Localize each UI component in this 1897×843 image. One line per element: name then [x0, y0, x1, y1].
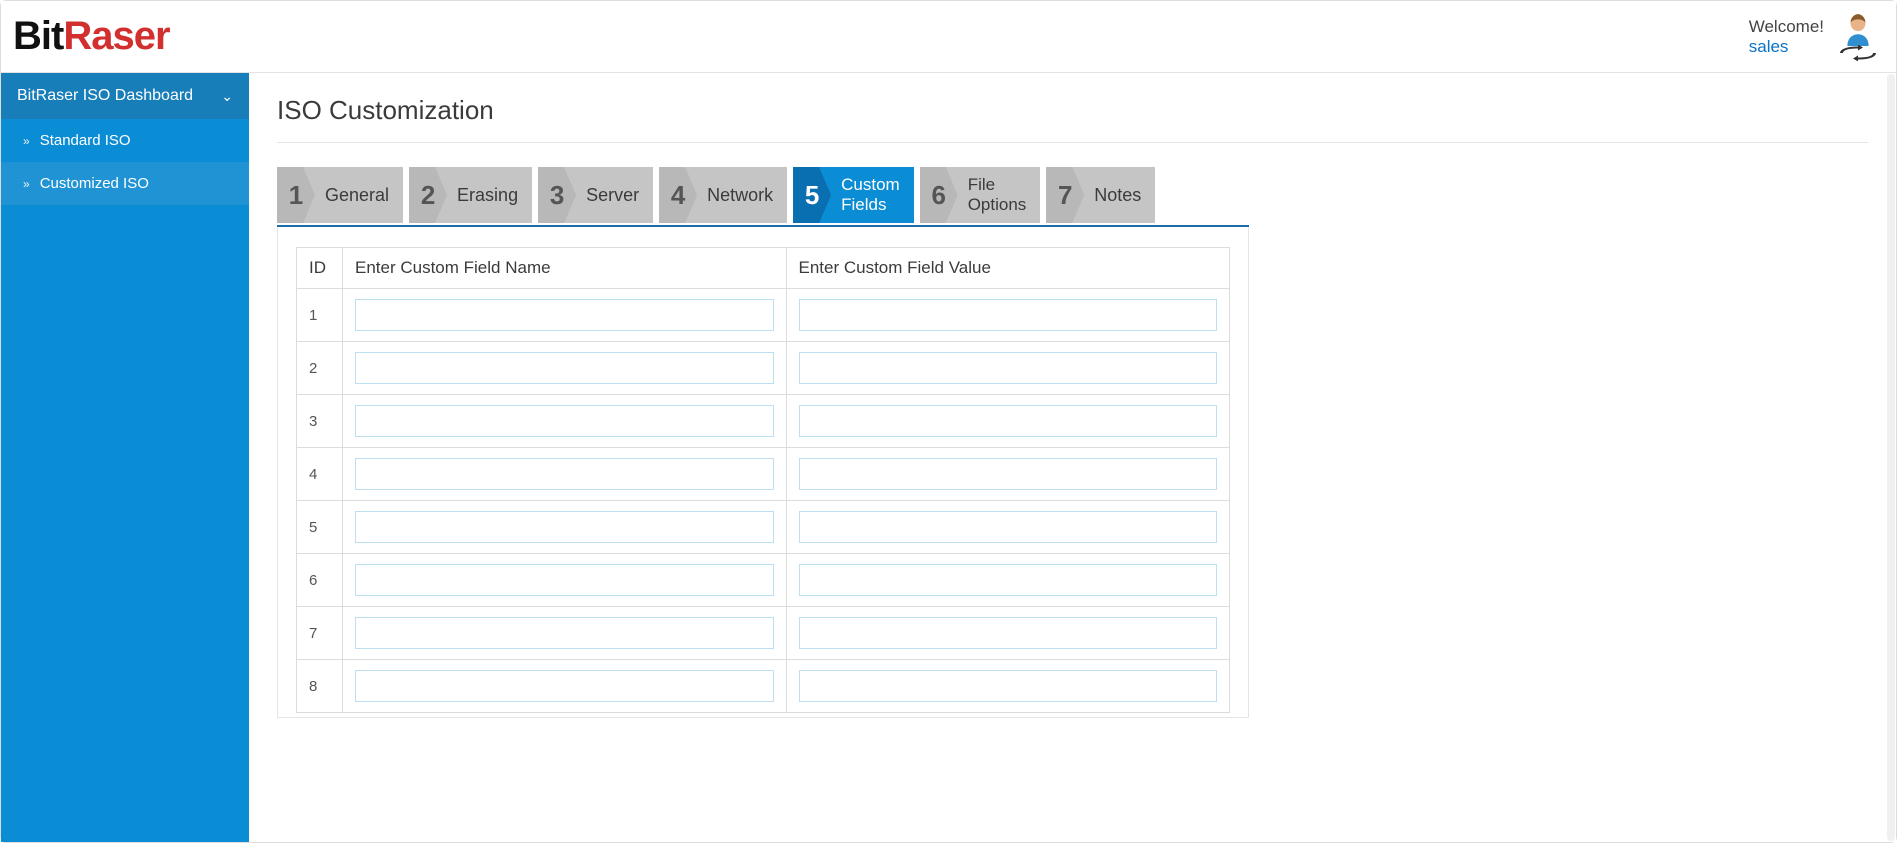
custom-field-value-input[interactable] — [799, 352, 1218, 384]
logo-text-bit: Bit — [13, 14, 63, 59]
step-tab-file-options[interactable]: 6 FileOptions — [920, 167, 1041, 223]
custom-field-value-input[interactable] — [799, 405, 1218, 437]
main-content: ISO Customization 1 General 2 Erasing 3 … — [249, 73, 1896, 842]
step-number: 1 — [277, 167, 315, 223]
row-id: 5 — [297, 501, 343, 554]
user-avatar[interactable] — [1838, 13, 1878, 61]
table-row: 2 — [297, 342, 1230, 395]
step-number: 5 — [793, 167, 831, 223]
welcome-label: Welcome! — [1749, 17, 1824, 37]
logo-text-raser: Raser — [63, 14, 169, 59]
custom-field-value-input[interactable] — [799, 458, 1218, 490]
row-id: 3 — [297, 395, 343, 448]
custom-field-name-input[interactable] — [355, 405, 774, 437]
custom-field-name-input[interactable] — [355, 352, 774, 384]
custom-field-value-input[interactable] — [799, 299, 1218, 331]
custom-field-name-input[interactable] — [355, 511, 774, 543]
double-chevron-icon: » — [23, 177, 30, 191]
user-name-link[interactable]: sales — [1749, 37, 1824, 57]
scrollbar-track[interactable] — [1887, 74, 1895, 841]
custom-field-value-input[interactable] — [799, 564, 1218, 596]
row-id: 8 — [297, 660, 343, 713]
row-id: 7 — [297, 607, 343, 660]
app-header: BitRaser Welcome! sales — [1, 1, 1896, 73]
header-right: Welcome! sales — [1749, 13, 1878, 61]
step-number: 2 — [409, 167, 447, 223]
custom-fields-table-wrap: ID Enter Custom Field Name Enter Custom … — [277, 227, 1249, 718]
row-id: 4 — [297, 448, 343, 501]
custom-field-value-input[interactable] — [799, 670, 1218, 702]
step-label: Notes — [1094, 185, 1141, 206]
row-id: 6 — [297, 554, 343, 607]
step-label: CustomFields — [841, 175, 900, 214]
welcome-block: Welcome! sales — [1749, 17, 1824, 57]
custom-fields-tbody: 1 2 3 4 — [297, 289, 1230, 713]
sidebar-item-label: Customized ISO — [40, 175, 149, 192]
sidebar-section-dashboard[interactable]: BitRaser ISO Dashboard ⌄ — [1, 73, 249, 119]
table-row: 4 — [297, 448, 1230, 501]
sidebar-section-title: BitRaser ISO Dashboard — [17, 87, 193, 105]
switch-user-icon — [1838, 45, 1878, 61]
sidebar: BitRaser ISO Dashboard ⌄ » Standard ISO … — [1, 73, 249, 842]
double-chevron-icon: » — [23, 134, 30, 148]
step-label: FileOptions — [968, 175, 1027, 214]
step-label: Network — [707, 185, 773, 206]
page-title: ISO Customization — [277, 95, 1868, 143]
step-number: 6 — [920, 167, 958, 223]
table-row: 6 — [297, 554, 1230, 607]
sidebar-item-label: Standard ISO — [40, 132, 131, 149]
custom-field-value-input[interactable] — [799, 511, 1218, 543]
step-label: Server — [586, 185, 639, 206]
step-label: General — [325, 185, 389, 206]
step-tab-erasing[interactable]: 2 Erasing — [409, 167, 532, 223]
app-logo: BitRaser — [13, 14, 170, 59]
custom-field-name-input[interactable] — [355, 670, 774, 702]
step-number: 4 — [659, 167, 697, 223]
row-id: 2 — [297, 342, 343, 395]
step-tab-custom-fields[interactable]: 5 CustomFields — [793, 167, 914, 223]
table-header-name: Enter Custom Field Name — [343, 248, 787, 289]
custom-field-name-input[interactable] — [355, 458, 774, 490]
sidebar-item-customized-iso[interactable]: » Customized ISO — [1, 162, 249, 205]
step-tab-network[interactable]: 4 Network — [659, 167, 787, 223]
custom-field-name-input[interactable] — [355, 564, 774, 596]
step-tab-general[interactable]: 1 General — [277, 167, 403, 223]
table-row: 5 — [297, 501, 1230, 554]
custom-field-value-input[interactable] — [799, 617, 1218, 649]
row-id: 1 — [297, 289, 343, 342]
step-tabs: 1 General 2 Erasing 3 Server 4 Network 5… — [277, 167, 1249, 227]
custom-fields-table: ID Enter Custom Field Name Enter Custom … — [296, 247, 1230, 713]
custom-field-name-input[interactable] — [355, 617, 774, 649]
step-tab-notes[interactable]: 7 Notes — [1046, 167, 1155, 223]
step-number: 3 — [538, 167, 576, 223]
step-number: 7 — [1046, 167, 1084, 223]
step-label: Erasing — [457, 185, 518, 206]
chevron-down-icon: ⌄ — [221, 88, 233, 105]
sidebar-item-standard-iso[interactable]: » Standard ISO — [1, 119, 249, 162]
user-avatar-icon — [1841, 13, 1875, 47]
table-row: 3 — [297, 395, 1230, 448]
table-header-id: ID — [297, 248, 343, 289]
table-row: 8 — [297, 660, 1230, 713]
table-row: 7 — [297, 607, 1230, 660]
custom-field-name-input[interactable] — [355, 299, 774, 331]
table-header-value: Enter Custom Field Value — [786, 248, 1230, 289]
table-row: 1 — [297, 289, 1230, 342]
step-tab-server[interactable]: 3 Server — [538, 167, 653, 223]
